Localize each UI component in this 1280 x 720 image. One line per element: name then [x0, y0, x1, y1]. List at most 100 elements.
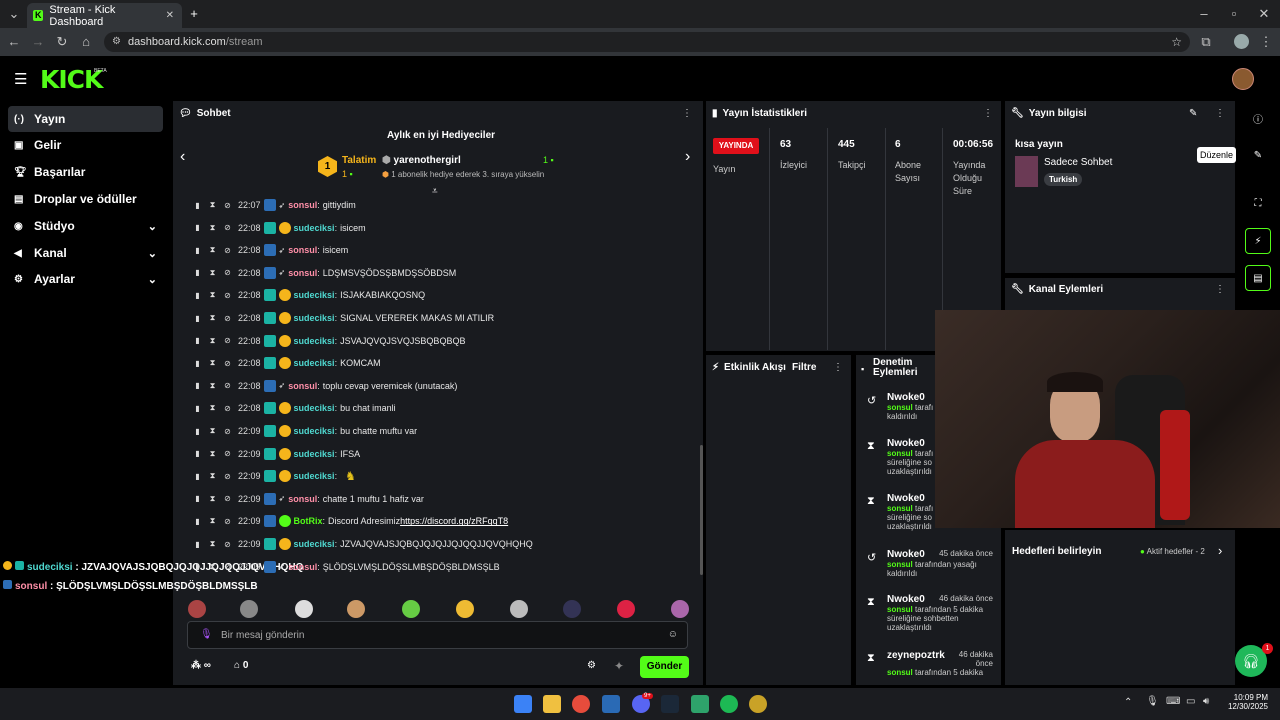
- ban-icon[interactable]: ⊘: [220, 540, 235, 549]
- timeout-hourglass-icon[interactable]: ⧗: [205, 381, 220, 391]
- pin-icon[interactable]: ▮: [190, 404, 205, 413]
- mod-actor[interactable]: sonsul: [887, 449, 913, 458]
- quick-action-lightning-icon[interactable]: ⚡︎: [1245, 228, 1271, 254]
- pin-icon[interactable]: ▮: [190, 359, 205, 368]
- channel-actions-menu-icon[interactable]: ⋮: [1215, 284, 1225, 295]
- mic-icon[interactable]: 🎙︎: [200, 629, 213, 640]
- pin-icon[interactable]: ▮: [190, 449, 205, 458]
- ban-icon[interactable]: ⊘: [220, 449, 235, 458]
- emote-7-icon[interactable]: [510, 600, 528, 618]
- browser-menu-icon[interactable]: ⋮: [1256, 28, 1276, 56]
- new-tab-button[interactable]: +: [184, 0, 204, 28]
- timeout-hourglass-icon[interactable]: ⧗: [205, 494, 220, 504]
- message-username[interactable]: sonsul: [288, 200, 317, 210]
- timeout-hourglass-icon[interactable]: ⧗: [205, 358, 220, 368]
- emote-8-icon[interactable]: [563, 600, 581, 618]
- pin-icon[interactable]: ▮: [190, 223, 205, 232]
- ban-icon[interactable]: ⊘: [220, 268, 235, 277]
- browser-tab[interactable]: K Stream - Kick Dashboard ✕: [27, 3, 182, 28]
- app-icon[interactable]: [602, 695, 620, 713]
- goals-next-icon[interactable]: ›: [1218, 543, 1222, 558]
- message-username[interactable]: sudeciksi: [294, 336, 335, 346]
- mod-actor[interactable]: sonsul: [887, 504, 913, 513]
- ban-icon[interactable]: ⊘: [220, 359, 235, 368]
- emote-1-icon[interactable]: [188, 600, 206, 618]
- chat-input[interactable]: 🎙︎ Bir mesaj gönderin ☺: [187, 621, 688, 649]
- message-username[interactable]: sudeciksi: [294, 539, 335, 549]
- sidebar-item-studyo[interactable]: ◉ Stüdyo ⌄: [8, 213, 163, 239]
- pin-icon[interactable]: ▮: [190, 314, 205, 323]
- loop-counter[interactable]: ⁂ ∞: [191, 660, 211, 671]
- emote-5-icon[interactable]: [402, 600, 420, 618]
- timeout-hourglass-icon[interactable]: ⧗: [205, 290, 220, 300]
- pin-icon[interactable]: ▮: [190, 494, 205, 503]
- sidebar-item-droplar[interactable]: ▤ Droplar ve ödüller: [8, 186, 163, 212]
- file-explorer-icon[interactable]: [543, 695, 561, 713]
- pin-icon[interactable]: ▮: [190, 336, 205, 345]
- mod-target-name[interactable]: Nwoke0: [887, 493, 925, 504]
- close-tab-icon[interactable]: ✕: [166, 10, 174, 21]
- keyboard-icon[interactable]: ⌨: [1166, 696, 1180, 707]
- site-info-icon[interactable]: ⚙: [112, 32, 121, 52]
- ban-icon[interactable]: ⊘: [220, 246, 235, 255]
- timeout-hourglass-icon[interactable]: ⧗: [205, 313, 220, 323]
- activity-menu-icon[interactable]: ⋮: [833, 362, 843, 373]
- chrome-icon[interactable]: [572, 695, 590, 713]
- mod-actor[interactable]: sonsul: [887, 605, 913, 614]
- back-icon[interactable]: ←: [4, 28, 24, 56]
- message-link[interactable]: https://discord.gg/zRFqqT8: [400, 516, 508, 526]
- fullscreen-icon[interactable]: ⛶: [1245, 190, 1271, 216]
- timeout-hourglass-icon[interactable]: ⧗: [205, 426, 220, 436]
- sidebar-item-yayin[interactable]: (·) Yayın: [8, 106, 163, 132]
- emote-4-icon[interactable]: [347, 600, 365, 618]
- steam-icon[interactable]: [661, 695, 679, 713]
- tab-list-icon[interactable]: ⌄: [4, 0, 24, 28]
- ban-icon[interactable]: ⊘: [220, 223, 235, 232]
- ban-icon[interactable]: ⊘: [220, 201, 235, 210]
- mod-target-name[interactable]: Nwoke0: [887, 549, 925, 560]
- gifters-next-icon[interactable]: ›: [685, 148, 690, 166]
- message-username[interactable]: sudeciksi: [294, 426, 335, 436]
- pin-icon[interactable]: ▮: [190, 427, 205, 436]
- ban-icon[interactable]: ⊘: [220, 381, 235, 390]
- pin-icon[interactable]: ▮: [190, 517, 205, 526]
- notes-icon[interactable]: ▤: [1245, 265, 1271, 291]
- mod-target-name[interactable]: zeynepoztrk: [887, 650, 945, 668]
- mod-target-name[interactable]: Nwoke0: [887, 392, 925, 403]
- home-icon[interactable]: ⌂: [76, 28, 96, 56]
- pin-icon[interactable]: ▮: [190, 201, 205, 210]
- clock[interactable]: 10:09 PM 12/30/2025: [1226, 693, 1268, 711]
- spotify-icon[interactable]: [720, 695, 738, 713]
- timeout-hourglass-icon[interactable]: ⧗: [205, 516, 220, 526]
- message-username[interactable]: sonsul: [288, 562, 317, 572]
- pin-icon[interactable]: ▮: [190, 562, 205, 571]
- minimize-icon[interactable]: –: [1194, 0, 1214, 28]
- profile-avatar[interactable]: [1234, 34, 1249, 49]
- message-username[interactable]: sudeciksi: [294, 313, 335, 323]
- stats-menu-icon[interactable]: ⋮: [983, 108, 993, 119]
- ban-icon[interactable]: ⊘: [220, 314, 235, 323]
- ban-icon[interactable]: ⊘: [220, 517, 235, 526]
- ban-icon[interactable]: ⊘: [220, 291, 235, 300]
- ban-icon[interactable]: ⊘: [220, 404, 235, 413]
- timeout-hourglass-icon[interactable]: ⧗: [205, 539, 220, 549]
- gifter2-name[interactable]: ⬢ yarenothergirl: [382, 155, 461, 166]
- timeout-hourglass-icon[interactable]: ⧗: [205, 268, 220, 278]
- timeout-hourglass-icon[interactable]: ⧗: [205, 562, 220, 572]
- category-thumbnail[interactable]: [1015, 156, 1038, 187]
- windows-start-icon[interactable]: [514, 695, 532, 713]
- pin-icon[interactable]: ▮: [190, 472, 205, 481]
- info-icon[interactable]: ⓘ: [1245, 105, 1271, 131]
- app-green-icon[interactable]: [691, 695, 709, 713]
- user-avatar[interactable]: [1232, 68, 1254, 90]
- timeout-hourglass-icon[interactable]: ⧗: [205, 449, 220, 459]
- chat-scrollbar[interactable]: [700, 445, 703, 575]
- pin-icon[interactable]: ▮: [190, 246, 205, 255]
- mod-actor[interactable]: sonsul: [887, 560, 913, 569]
- gifter1-name[interactable]: Talatim: [342, 155, 376, 166]
- message-username[interactable]: sonsul: [288, 494, 317, 504]
- emote-10-icon[interactable]: [671, 600, 689, 618]
- mod-actor[interactable]: sonsul: [887, 668, 913, 677]
- pin-icon[interactable]: ▮: [190, 291, 205, 300]
- mod-actor[interactable]: sonsul: [887, 403, 913, 412]
